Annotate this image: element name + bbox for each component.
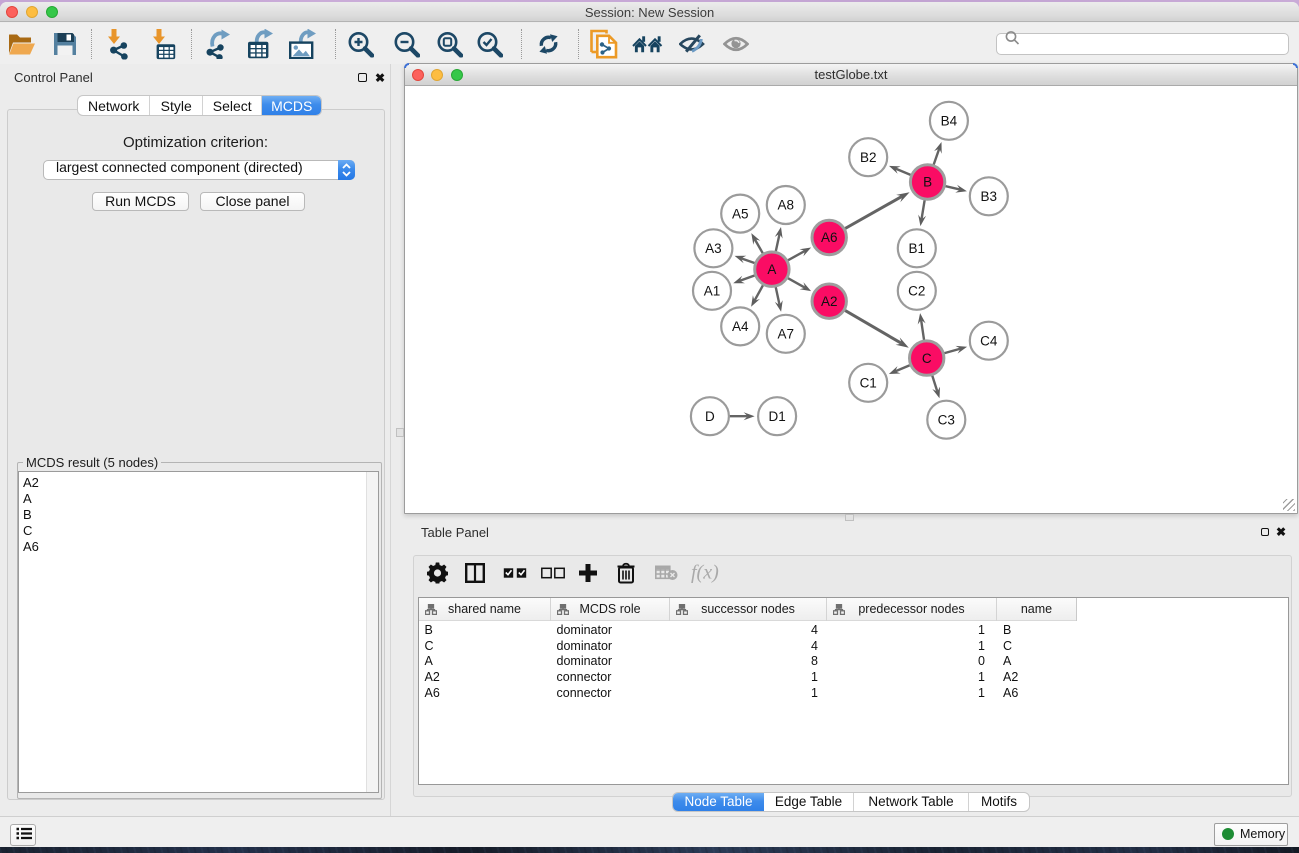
svg-text:C4: C4 [980,333,998,348]
svg-text:C2: C2 [908,284,925,299]
svg-text:B2: B2 [860,150,877,165]
svg-text:A3: A3 [705,241,722,256]
svg-text:A8: A8 [778,198,795,213]
svg-text:A6: A6 [821,230,838,245]
svg-text:A7: A7 [778,327,795,342]
svg-text:B4: B4 [941,114,958,129]
svg-text:C1: C1 [860,376,877,391]
svg-text:A5: A5 [732,206,749,221]
svg-text:D: D [705,409,715,424]
svg-text:B: B [923,175,932,190]
svg-text:B3: B3 [981,189,998,204]
svg-text:A4: A4 [732,319,749,334]
svg-text:A: A [767,262,776,277]
svg-text:D1: D1 [768,409,785,424]
svg-text:A1: A1 [704,284,721,299]
svg-text:A2: A2 [821,294,838,309]
svg-text:C: C [922,351,932,366]
svg-text:B1: B1 [909,241,926,256]
svg-text:C3: C3 [938,412,955,427]
